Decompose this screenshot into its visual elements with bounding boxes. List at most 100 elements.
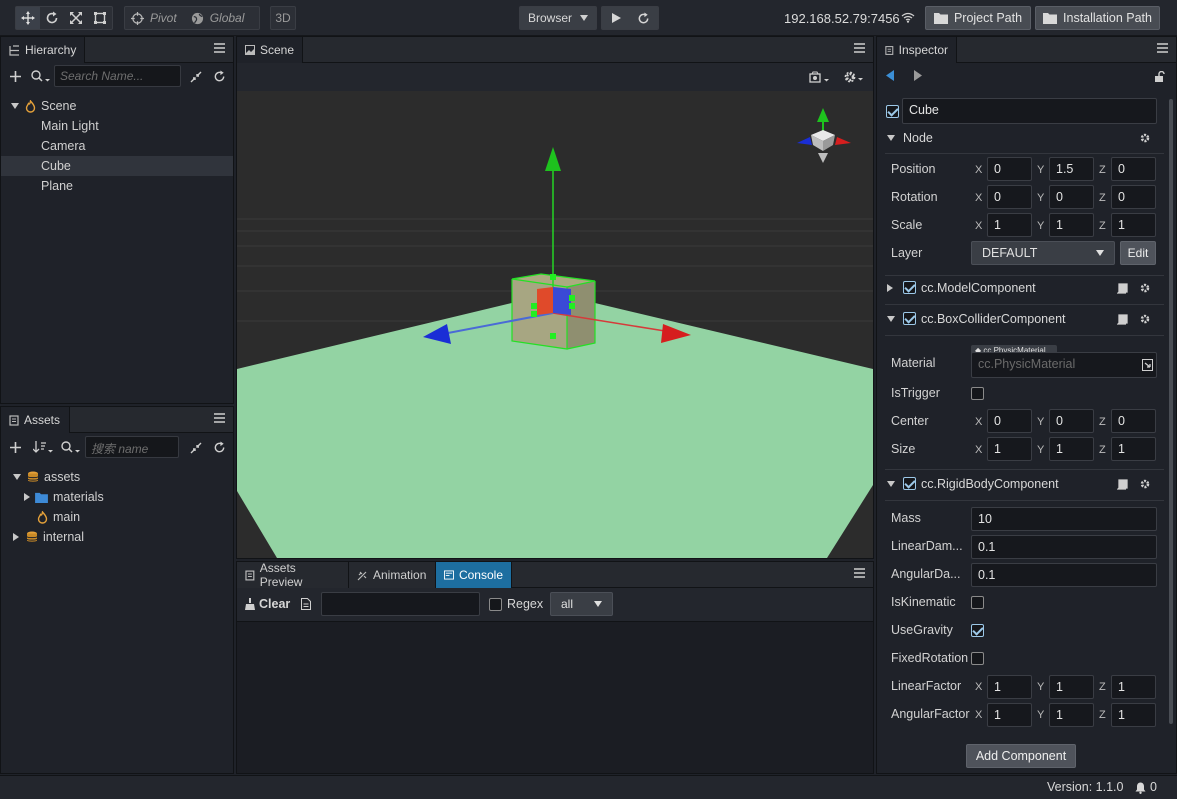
locate-asset-icon[interactable] <box>1142 359 1153 371</box>
camera-settings-icon[interactable] <box>809 71 831 84</box>
refresh-icon[interactable] <box>637 11 650 25</box>
gear-icon[interactable] <box>1139 313 1151 325</box>
inspector-scrollbar[interactable] <box>1169 99 1173 724</box>
search-filter-icon[interactable] <box>31 70 51 83</box>
hamburger-menu-icon[interactable] <box>854 568 865 578</box>
linear-damping-input[interactable]: 0.1 <box>971 535 1157 559</box>
tree-item-main-light[interactable]: Main Light <box>1 116 233 136</box>
linear-factor-y-input[interactable]: 1 <box>1049 675 1094 699</box>
material-asset-field[interactable]: cc.PhysicMaterial <box>971 352 1157 378</box>
tab-assets-preview[interactable]: Assets Preview <box>237 561 349 589</box>
center-y-input[interactable]: 0 <box>1049 409 1094 433</box>
expand-arrow-icon[interactable] <box>13 533 19 541</box>
tab-hierarchy[interactable]: Hierarchy <box>1 37 86 63</box>
node-name-input[interactable]: Cube <box>902 98 1157 124</box>
add-icon[interactable] <box>10 442 21 453</box>
pivot-toggle[interactable]: Pivot <box>150 11 177 25</box>
collapse-icon[interactable] <box>190 442 202 454</box>
rotation-x-input[interactable]: 0 <box>987 185 1032 209</box>
hierarchy-search-input[interactable]: Search Name... <box>54 65 181 87</box>
is-kinematic-checkbox[interactable] <box>971 596 984 609</box>
move-tool-button[interactable] <box>16 7 40 29</box>
position-z-input[interactable]: 0 <box>1111 157 1156 181</box>
rotation-y-input[interactable]: 0 <box>1049 185 1094 209</box>
scene-viewport[interactable] <box>237 91 873 558</box>
hamburger-menu-icon[interactable] <box>214 43 225 53</box>
back-arrow-icon[interactable] <box>886 70 895 81</box>
book-icon[interactable] <box>1117 314 1128 325</box>
gear-icon[interactable] <box>1139 282 1151 294</box>
model-component-header[interactable]: cc.ModelComponent <box>877 273 1176 303</box>
box-collider-header[interactable]: cc.BoxColliderComponent <box>877 304 1176 334</box>
lock-icon[interactable] <box>1154 71 1165 82</box>
global-toggle[interactable]: Global <box>210 11 245 25</box>
angular-damping-input[interactable]: 0.1 <box>971 563 1157 587</box>
hamburger-menu-icon[interactable] <box>854 43 865 53</box>
tree-item-materials[interactable]: materials <box>1 487 233 507</box>
refresh-icon[interactable] <box>213 70 226 83</box>
layer-select[interactable]: DEFAULT <box>971 241 1115 265</box>
rotation-z-input[interactable]: 0 <box>1111 185 1156 209</box>
installation-path-button[interactable]: Installation Path <box>1035 6 1160 30</box>
tree-item-assets-db[interactable]: assets <box>1 467 233 487</box>
sort-icon[interactable] <box>33 441 54 454</box>
tab-inspector[interactable]: Inspector <box>877 37 957 63</box>
forward-arrow-icon[interactable] <box>913 70 922 81</box>
angular-factor-y-input[interactable]: 1 <box>1049 703 1094 727</box>
clear-button[interactable]: Clear <box>245 597 290 611</box>
is-trigger-checkbox[interactable] <box>971 387 984 400</box>
size-y-input[interactable]: 1 <box>1049 437 1094 461</box>
tree-item-internal[interactable]: internal <box>1 527 233 547</box>
log-file-icon[interactable] <box>301 598 311 610</box>
add-component-button[interactable]: Add Component <box>966 744 1076 768</box>
book-icon[interactable] <box>1117 479 1128 490</box>
gear-icon[interactable] <box>1139 478 1151 490</box>
model-component-enabled-checkbox[interactable] <box>903 281 916 294</box>
gear-icon[interactable] <box>843 70 865 84</box>
linear-factor-z-input[interactable]: 1 <box>1111 675 1156 699</box>
console-filter-input[interactable] <box>321 592 480 616</box>
scale-z-input[interactable]: 1 <box>1111 213 1156 237</box>
refresh-icon[interactable] <box>213 441 226 454</box>
browser-select[interactable]: Browser <box>519 6 597 30</box>
hamburger-menu-icon[interactable] <box>214 413 225 423</box>
rigid-body-header[interactable]: cc.RigidBodyComponent <box>877 469 1176 499</box>
rigid-body-enabled-checkbox[interactable] <box>903 477 916 490</box>
collapse-arrow-icon[interactable] <box>887 481 895 487</box>
regex-checkbox[interactable] <box>489 598 502 611</box>
expand-arrow-icon[interactable] <box>887 284 893 292</box>
size-x-input[interactable]: 1 <box>987 437 1032 461</box>
bell-icon[interactable] <box>1135 782 1146 794</box>
expand-arrow-icon[interactable] <box>13 474 21 480</box>
tab-assets[interactable]: Assets <box>1 407 70 433</box>
hamburger-menu-icon[interactable] <box>1157 43 1168 53</box>
position-x-input[interactable]: 0 <box>987 157 1032 181</box>
center-x-input[interactable]: 0 <box>987 409 1032 433</box>
book-icon[interactable] <box>1117 283 1128 294</box>
angular-factor-z-input[interactable]: 1 <box>1111 703 1156 727</box>
tab-scene[interactable]: Scene <box>237 37 304 63</box>
center-z-input[interactable]: 0 <box>1111 409 1156 433</box>
fixed-rotation-checkbox[interactable] <box>971 652 984 665</box>
rect-tool-button[interactable] <box>88 7 112 29</box>
search-filter-icon[interactable] <box>61 441 81 454</box>
expand-arrow-icon[interactable] <box>11 103 19 109</box>
box-collider-enabled-checkbox[interactable] <box>903 312 916 325</box>
scale-tool-button[interactable] <box>64 7 88 29</box>
tree-item-main[interactable]: main <box>1 507 233 527</box>
scale-y-input[interactable]: 1 <box>1049 213 1094 237</box>
gear-icon[interactable] <box>1139 132 1151 144</box>
mode-3d-toggle[interactable]: 3D <box>270 6 296 30</box>
rotate-tool-button[interactable] <box>40 7 64 29</box>
collapse-icon[interactable] <box>190 71 202 83</box>
scale-x-input[interactable]: 1 <box>987 213 1032 237</box>
collapse-arrow-icon[interactable] <box>887 316 895 322</box>
node-active-checkbox[interactable] <box>886 105 899 118</box>
size-z-input[interactable]: 1 <box>1111 437 1156 461</box>
add-icon[interactable] <box>10 71 21 82</box>
tree-item-cube[interactable]: Cube <box>1 156 233 176</box>
log-level-select[interactable]: all <box>550 592 613 616</box>
tree-item-scene[interactable]: Scene <box>1 96 233 116</box>
angular-factor-x-input[interactable]: 1 <box>987 703 1032 727</box>
expand-arrow-icon[interactable] <box>24 493 30 501</box>
